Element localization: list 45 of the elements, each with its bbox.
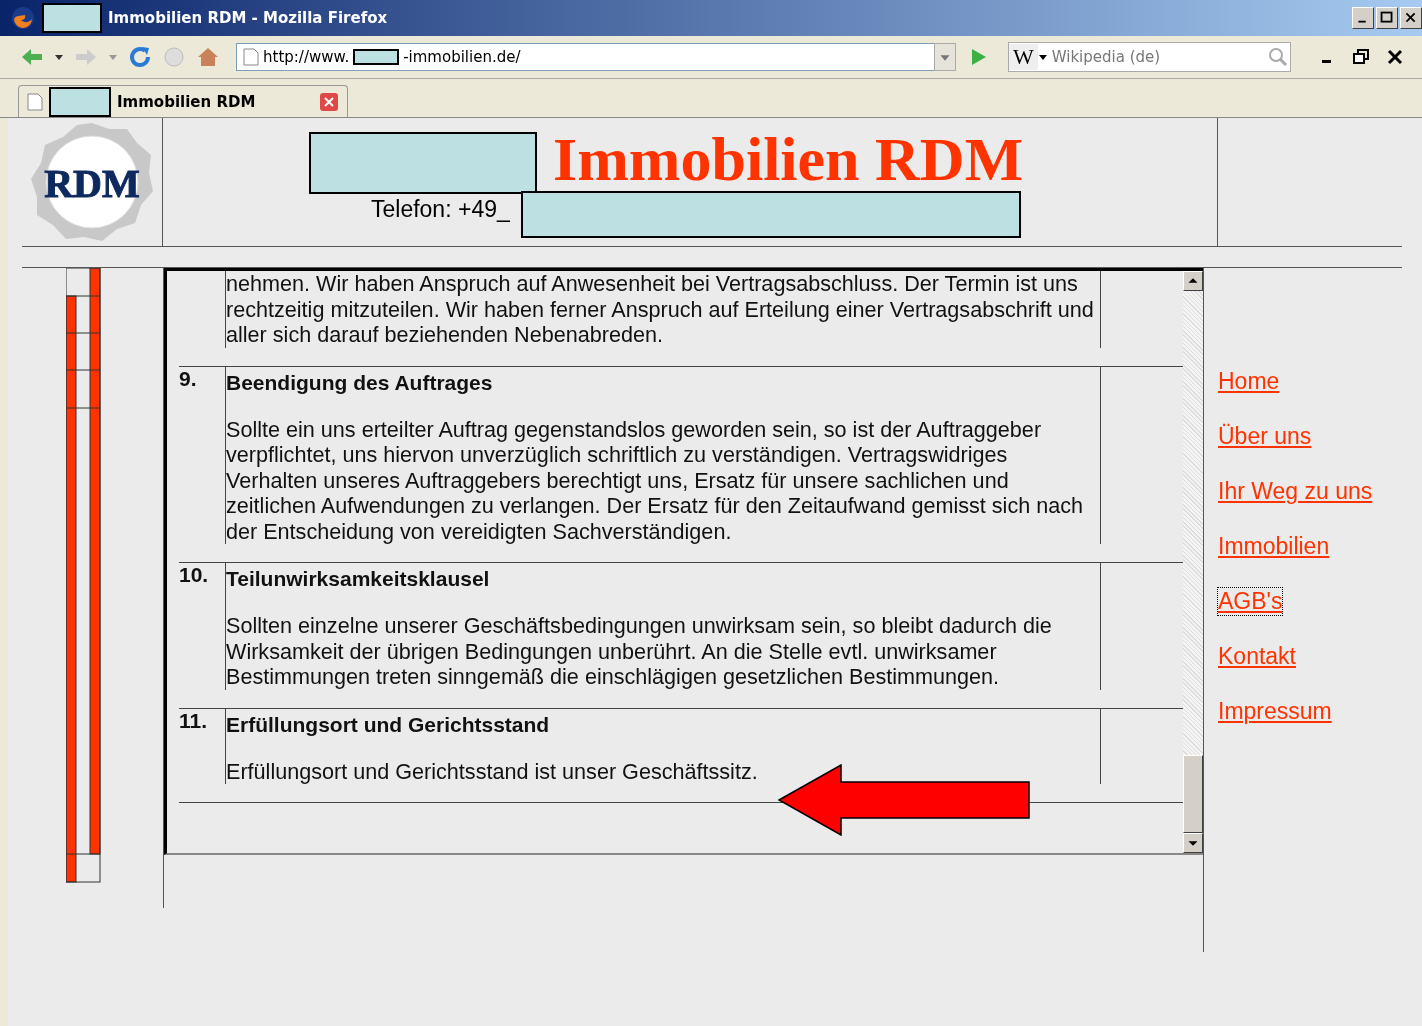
arrow-icon [778,764,1030,836]
reload-icon[interactable] [128,45,152,69]
section-paragraph: Erfüllungsort und Gerichtsstand ist unser Geschäftssitz. [226,758,759,784]
url-text: http://www. [263,48,350,66]
home-icon[interactable] [196,45,220,69]
section-heading: Teilunwirksamkeitsklausel [226,566,491,591]
dropdown-icon[interactable] [54,52,64,62]
scroll-up-icon[interactable] [1183,271,1203,291]
nav-link[interactable]: Ihr Weg zu uns [1218,478,1373,505]
redaction-block [42,3,102,33]
search-engine[interactable]: W [1009,44,1038,70]
section-number: 11. [179,707,208,732]
url-text: -immobilien.de/ [403,48,521,66]
section-number: 10. [179,562,209,586]
nav-link[interactable]: Immobilien [1218,533,1330,560]
site-title: Immobilien RDM [553,124,1024,195]
nav-link[interactable]: Über uns [1218,423,1312,450]
nav-link[interactable]: AGB's [1218,588,1283,615]
page-icon [243,48,259,66]
nav-link[interactable]: Home [1218,368,1280,395]
section-number: 9. [179,365,197,390]
redaction-block [49,86,111,117]
redaction-block [353,49,400,65]
nav-link[interactable]: Kontakt [1218,643,1296,670]
search-box[interactable]: W Wikipedia (de) [1008,42,1291,72]
browser-tab[interactable]: Immobilien RDM [18,85,348,117]
scrollbar-thumb[interactable] [1183,755,1203,833]
section-paragraph: Sollten einzelne unserer Geschäftsbedingungen unwirksam sein, so bleibt dadurch die Wirksamkeit der übrigen Bedingungen unberührt. An die Stelle evtl. unwirksamer Bestimmungen treten sinngemäß die einschlägigen gesetzlichen Bestimmungen. [226,613,1053,690]
maximize-icon[interactable] [1376,7,1398,29]
nav-link[interactable]: Impressum [1218,698,1332,725]
section-paragraph: nehmen. Wir haben Anspruch auf Anwesenheit bei Vertragsabschluss. Der Termin ist uns rechtzeitig mitzuteilen. Wir haben ferner Anspruch auf Erteilung einer Vertragsabschrift und aller sich darauf beziehenden Nebenabreden. [226,271,1095,348]
logo-seal-drawing: RDM [29,121,155,243]
firefox-icon [10,5,36,31]
phone-number: Telefon: +49_ [371,196,510,223]
minimize-icon[interactable] [1352,7,1374,29]
section-paragraph: Sollte ein uns erteilter Auftrag gegenstandslos geworden sein, so ist der Auftraggeber verpflichtet, uns hiervon unverzüglich schriftlich zu verständigen. Vertragswidriges Verhalten unseres Auftraggebers berechtigt uns, Ersatz für unsere sachlichen und zeitlichen Aufwendungen zu verlangen. Der Ersatz für den Zeitaufwand gemisst sich nach der Entscheidung von vereidigten Sachverständigen. [226,416,1085,544]
close-icon[interactable] [1400,7,1422,29]
page-icon [27,92,43,111]
scrollbar[interactable] [1183,271,1203,853]
window-title: Immobilien RDM - Mozilla Firefox [108,9,388,27]
address-field[interactable]: http://www. -immobilien.de/ [236,43,936,71]
section-heading: Erfüllungsort und Gerichtsstand [226,711,551,737]
section-heading: Beendigung des Auftrages [226,369,494,395]
scroll-down-icon[interactable] [1183,833,1203,853]
dropdown-icon[interactable] [1037,52,1048,62]
